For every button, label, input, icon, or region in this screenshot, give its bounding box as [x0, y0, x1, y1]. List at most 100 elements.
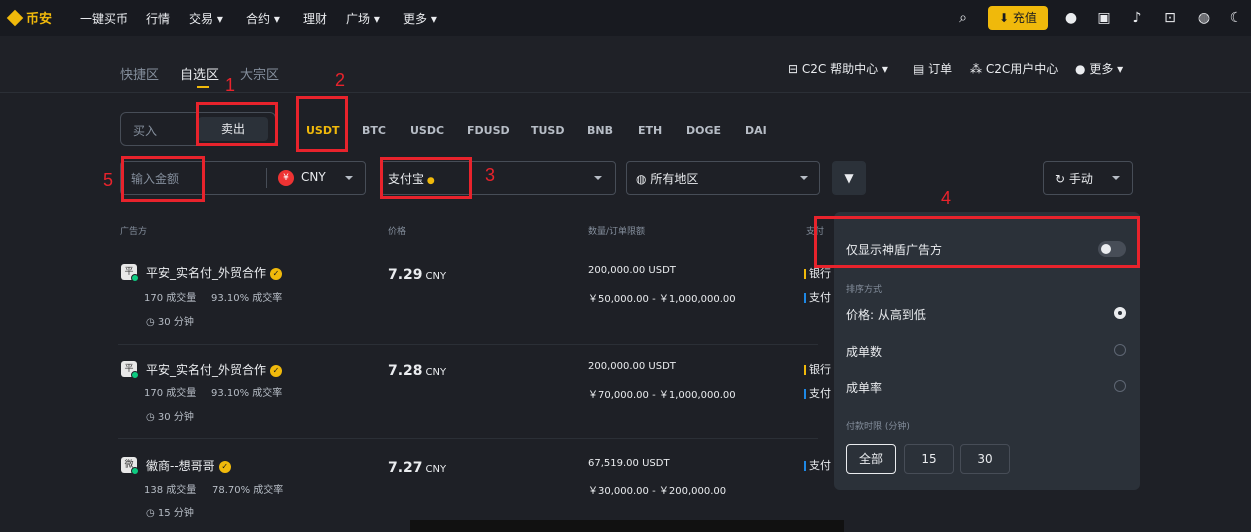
order-limit: ￥50,000.00 - ￥1,000,000.00 — [588, 294, 736, 305]
coin-eth[interactable]: ETH — [638, 124, 662, 137]
available-quantity: 200,000.00 USDT — [588, 361, 676, 372]
nav-item-more[interactable]: 更多 ▾ — [403, 10, 437, 27]
timer-icon: ◷ — [146, 317, 155, 328]
nav-item-trade-label: 交易 — [189, 12, 214, 26]
amount-divider — [266, 168, 267, 188]
annotation-number-2: 2 — [335, 70, 346, 90]
time-option-15[interactable]: 15 — [904, 444, 954, 474]
coin-fdusd[interactable]: FDUSD — [467, 124, 510, 137]
price-value: 7.29 — [388, 267, 423, 283]
advertiser-name[interactable]: 平安_实名付_外贸合作 ✓ — [146, 264, 283, 281]
time-option-all[interactable]: 全部 — [846, 444, 896, 474]
download-icon[interactable]: ⊡ — [1162, 10, 1178, 26]
c2c-help-link[interactable]: ⊟ C2C 帮助中心 ▾ — [788, 60, 888, 77]
coin-btc[interactable]: BTC — [362, 124, 386, 137]
coin-usdc[interactable]: USDC — [410, 124, 444, 137]
theme-toggle-icon[interactable]: ☾ — [1228, 10, 1244, 26]
coin-doge[interactable]: DOGE — [686, 124, 721, 137]
advertiser-name[interactable]: 平安_实名付_外贸合作 ✓ — [146, 361, 283, 378]
available-quantity: 67,519.00 USDT — [588, 458, 670, 469]
trade-count: 170 成交量 — [144, 293, 197, 304]
nav-item-markets[interactable]: 行情 — [146, 10, 170, 27]
nav-item-square[interactable]: 广场 ▾ — [346, 10, 380, 27]
filter-icon: ▼ — [844, 171, 854, 185]
price-unit: CNY — [425, 464, 447, 475]
sort-option-rate[interactable]: 成单率 — [846, 379, 882, 396]
search-icon[interactable]: ⌕ — [955, 10, 971, 26]
coin-bnb[interactable]: BNB — [587, 124, 613, 137]
nav-item-quick-buy[interactable]: 一键买币 — [80, 10, 128, 27]
advertiser-name[interactable]: 徽商--想哥哥 ✓ — [146, 457, 231, 474]
orders-link[interactable]: ▤ 订单 — [913, 60, 952, 77]
currency-select[interactable]: CNY — [301, 170, 326, 184]
coin-dai[interactable]: DAI — [745, 124, 767, 137]
annotation-number-5: 5 — [103, 170, 114, 190]
row-divider — [118, 344, 818, 345]
completion-rate: 93.10% 成交率 — [211, 388, 283, 399]
payment-method-label: 支付 — [809, 459, 831, 472]
buy-button[interactable]: 买入 — [133, 122, 157, 139]
c2c-help-label: C2C 帮助中心 — [801, 62, 879, 76]
trade-count: 138 成交量 — [144, 485, 197, 496]
price-unit: CNY — [425, 271, 447, 282]
recharge-button[interactable]: ⬇ 充值 — [988, 6, 1048, 30]
verified-icon: ✓ — [218, 460, 231, 473]
sort-radio-rate[interactable] — [1114, 380, 1126, 392]
sort-option-orders[interactable]: 成单数 — [846, 343, 882, 360]
payment-method: 支付 — [804, 385, 831, 401]
user-center-icon: ⁂ — [970, 62, 982, 76]
c2c-user-center-link[interactable]: ⁂ C2C用户中心 — [970, 60, 1058, 77]
annotation-number-1: 1 — [225, 75, 236, 95]
nav-item-futures[interactable]: 合约 ▾ — [246, 10, 280, 27]
avatar[interactable]: 平 — [121, 361, 139, 379]
annotation-box-5 — [121, 156, 205, 202]
online-dot — [131, 371, 139, 379]
annotation-box-2 — [296, 96, 348, 152]
annotation-box-4 — [814, 216, 1140, 268]
orders-label: 订单 — [928, 62, 953, 76]
tab-block[interactable]: 大宗区 — [240, 64, 279, 83]
sort-radio-price[interactable] — [1114, 307, 1126, 319]
chevron-down-icon — [800, 176, 808, 180]
video-caption-bar — [410, 520, 844, 532]
available-quantity: 200,000.00 USDT — [588, 265, 676, 276]
coin-tusd[interactable]: TUSD — [531, 124, 565, 137]
sort-option-price[interactable]: 价格: 从高到低 — [846, 306, 926, 323]
tab-express[interactable]: 快捷区 — [120, 64, 159, 83]
more-link[interactable]: ● 更多 ▾ — [1075, 60, 1123, 77]
payment-method: 银行 — [804, 361, 831, 377]
nav-item-square-label: 广场 — [346, 12, 371, 26]
chevron-down-icon — [594, 176, 602, 180]
payment-color-bar — [804, 269, 806, 279]
binance-logo-icon — [6, 9, 24, 26]
bell-icon[interactable]: ♪ — [1129, 10, 1145, 26]
advertiser-name-text: 平安_实名付_外贸合作 — [146, 266, 267, 280]
tab-p2p[interactable]: 自选区 — [180, 64, 219, 83]
sort-radio-orders[interactable] — [1114, 344, 1126, 356]
order-limit: ￥30,000.00 - ￥200,000.00 — [588, 486, 727, 497]
wallet-icon[interactable]: ▣ — [1096, 10, 1112, 26]
user-icon[interactable]: ● — [1063, 10, 1079, 26]
price-value: 7.27 — [388, 460, 423, 476]
header-advertiser: 广告方 — [120, 227, 148, 237]
nav-item-trade[interactable]: 交易 ▾ — [189, 10, 223, 27]
globe-icon[interactable]: ◍ — [1196, 10, 1212, 26]
pay-time: ◷ 30 分钟 — [146, 408, 194, 423]
pay-time-value: 15 分钟 — [157, 508, 194, 519]
more-icon: ● — [1075, 62, 1086, 76]
nav-item-earn[interactable]: 理财 — [303, 10, 327, 27]
binance-logo[interactable]: 币安 — [6, 8, 52, 27]
avatar[interactable]: 微 — [121, 457, 139, 475]
nav-item-more-label: 更多 — [403, 12, 428, 26]
payment-color-bar — [804, 365, 806, 375]
filter-button[interactable]: ▼ — [832, 161, 866, 195]
refresh-icon: ↻ — [1055, 172, 1066, 186]
price: 7.27 CNY — [388, 460, 446, 476]
price: 7.28 CNY — [388, 363, 446, 379]
orders-icon: ▤ — [913, 62, 925, 76]
payment-color-bar — [804, 389, 806, 399]
time-option-30[interactable]: 30 — [960, 444, 1010, 474]
row-divider — [118, 438, 818, 439]
avatar[interactable]: 平 — [121, 264, 139, 282]
chevron-down-icon — [345, 176, 353, 180]
